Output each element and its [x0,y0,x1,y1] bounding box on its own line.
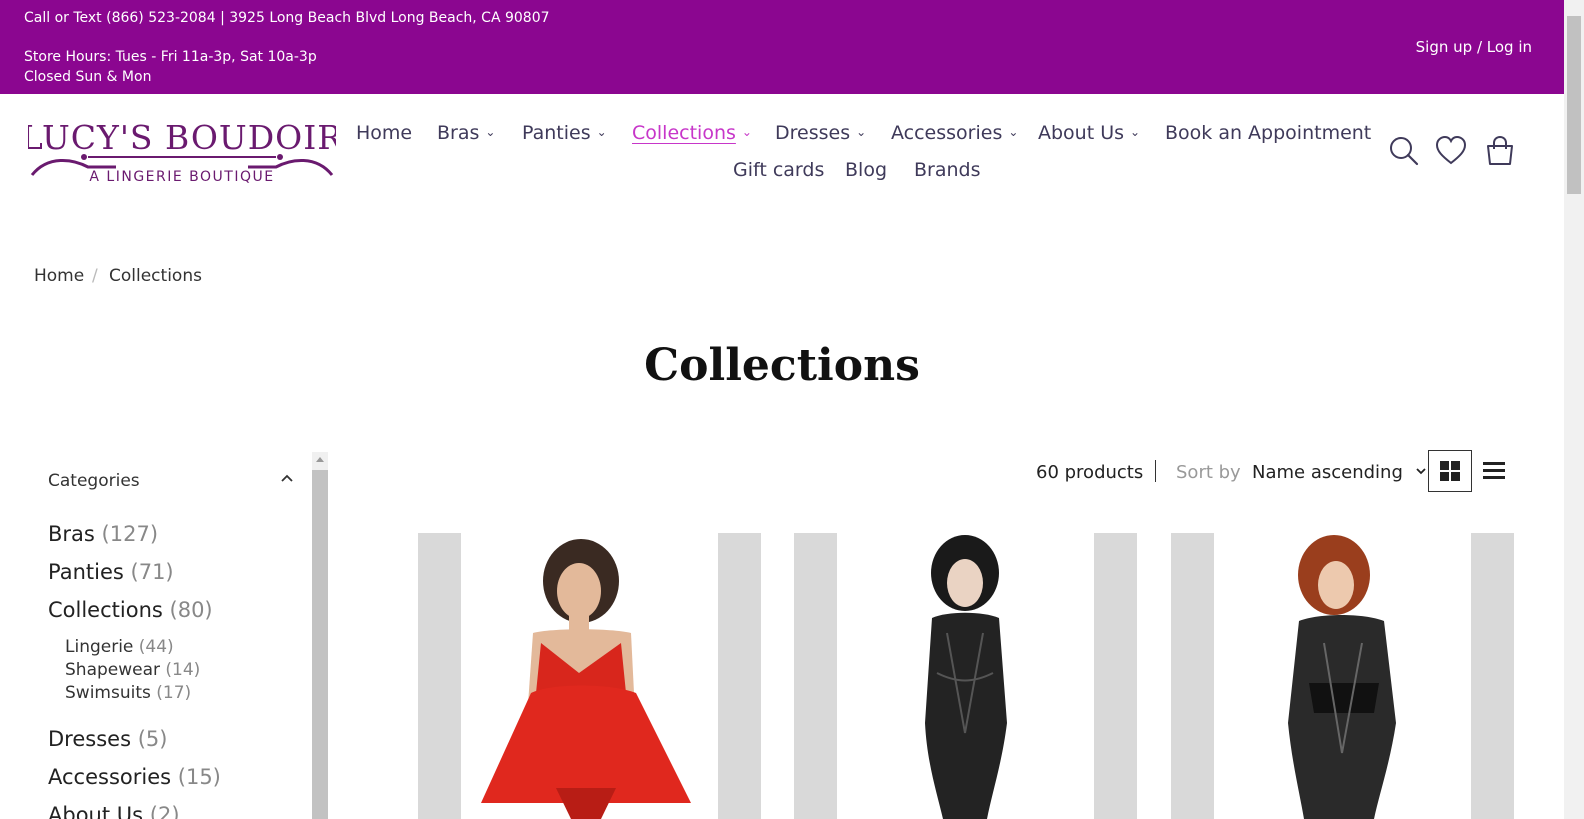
category-label: Panties [48,560,124,584]
product-count: 60 products [1036,462,1144,483]
chevron-down-icon [1415,468,1426,475]
grid-view-button[interactable] [1428,450,1472,492]
search-button[interactable] [1387,134,1421,168]
subcategory-count: (17) [156,683,192,703]
chevron-down-icon: ⌄ [1008,125,1019,139]
sort-label: Sort by [1176,462,1241,483]
category-label: About Us [48,803,144,819]
subcategory-shapewear[interactable]: Shapewear (14) [65,660,200,680]
category-count: (127) [101,522,159,546]
category-collections[interactable]: Collections (80) [48,598,213,622]
category-count: (5) [137,727,168,751]
product-card[interactable] [1171,533,1514,819]
product-card[interactable] [418,533,761,819]
product-image [925,535,1007,819]
subcategory-lingerie[interactable]: Lingerie (44) [65,637,174,657]
search-icon [1390,137,1419,166]
list-view-button[interactable] [1472,450,1516,492]
nav-panties-label: Panties [522,122,591,144]
product-image [1288,535,1396,819]
nav-home[interactable]: Home [356,122,412,144]
nav-dresses[interactable]: Dresses ⌄ [775,122,866,144]
product-image [481,539,691,819]
nav-about-label: About Us [1038,122,1125,144]
sidebar-scrollbar[interactable] [312,452,328,819]
nav-gift-cards[interactable]: Gift cards [733,159,824,181]
category-accessories[interactable]: Accessories (15) [48,765,221,789]
heart-icon [1435,135,1467,165]
nav-blog[interactable]: Blog [845,159,887,181]
signup-login-link[interactable]: Sign up / Log in [1416,38,1532,56]
chevron-up-icon[interactable] [280,470,294,489]
nav-about-us[interactable]: About Us ⌄ [1038,122,1140,144]
category-panties[interactable]: Panties (71) [48,560,174,584]
nav-bras[interactable]: Bras ⌄ [437,122,495,144]
nav-home-label: Home [356,122,413,144]
category-count: (2) [149,803,180,819]
subcategory-swimsuits[interactable]: Swimsuits (17) [65,683,191,703]
nav-brands-label: Brands [914,159,981,181]
nav-book-appointment[interactable]: Book an Appointment [1165,122,1371,144]
sort-value: Name ascending [1252,462,1403,483]
category-count: (80) [169,598,213,622]
nav-appointment-label: Book an Appointment [1165,122,1372,144]
category-dresses[interactable]: Dresses (5) [48,727,167,751]
scroll-up-arrow-icon[interactable] [316,457,324,462]
contact-info: Call or Text (866) 523-2084 | 3925 Long … [24,10,550,26]
category-about-us[interactable]: About Us (2) [48,803,180,819]
nav-brands[interactable]: Brands [914,159,981,181]
chevron-down-icon: ⌄ [1130,125,1141,139]
nav-panties[interactable]: Panties ⌄ [522,122,607,144]
page-scrollbar[interactable] [1564,0,1584,819]
chevron-down-icon: ⌄ [596,125,607,139]
subcategory-label: Shapewear [65,660,161,680]
toolbar-divider [1155,460,1156,482]
category-bras[interactable]: Bras (127) [48,522,158,546]
subcategory-count: (44) [138,637,174,657]
nav-collections[interactable]: Collections ⌄ [632,122,752,144]
category-label: Bras [48,522,95,546]
chevron-down-icon: ⌄ [856,125,867,139]
product-card[interactable] [794,533,1137,819]
nav-blog-label: Blog [845,159,887,181]
cart-button[interactable] [1483,134,1517,168]
subcategory-count: (14) [165,660,201,680]
page-scrollbar-thumb[interactable] [1567,16,1581,194]
nav-dresses-label: Dresses [775,122,851,144]
chevron-down-icon: ⌄ [741,125,752,139]
nav-collections-label: Collections [632,122,736,144]
logo-graphic: LUCY'S BOUDOIR A LINGERIE BOUTIQUE [21,118,342,185]
nav-accessories-label: Accessories [891,122,1003,144]
category-count: (15) [177,765,221,789]
nav-giftcards-label: Gift cards [733,159,825,181]
store-logo[interactable]: LUCY'S BOUDOIR A LINGERIE BOUTIQUE [21,115,342,187]
page-title: Collections [644,340,920,391]
closed-days: Closed Sun & Mon [24,69,152,85]
breadcrumb-current: Collections [109,266,202,286]
categories-heading[interactable]: Categories [48,471,140,491]
list-view-icon [1483,462,1505,479]
logo-tagline: A LINGERIE BOUTIQUE [89,169,274,185]
wishlist-button[interactable] [1434,134,1468,168]
store-hours: Store Hours: Tues - Fri 11a-3p, Sat 10a-… [24,49,317,65]
logo-wordmark: LUCY'S BOUDOIR [28,118,336,157]
shopping-bag-icon [1487,135,1513,165]
category-label: Collections [48,598,163,622]
sidebar-scrollbar-thumb[interactable] [312,470,328,819]
nav-bras-label: Bras [437,122,480,144]
sort-select[interactable]: Name ascending [1252,462,1427,483]
category-label: Dresses [48,727,132,751]
category-label: Accessories [48,765,172,789]
nav-accessories[interactable]: Accessories ⌄ [891,122,1018,144]
subcategory-label: Lingerie [65,637,134,657]
subcategory-label: Swimsuits [65,683,151,703]
chevron-down-icon: ⌄ [485,125,496,139]
breadcrumb-home[interactable]: Home [34,266,84,286]
grid-view-icon [1440,461,1460,481]
top-announcement-bar: Call or Text (866) 523-2084 | 3925 Long … [0,0,1564,94]
category-count: (71) [130,560,174,584]
breadcrumb-separator: / [92,266,98,286]
